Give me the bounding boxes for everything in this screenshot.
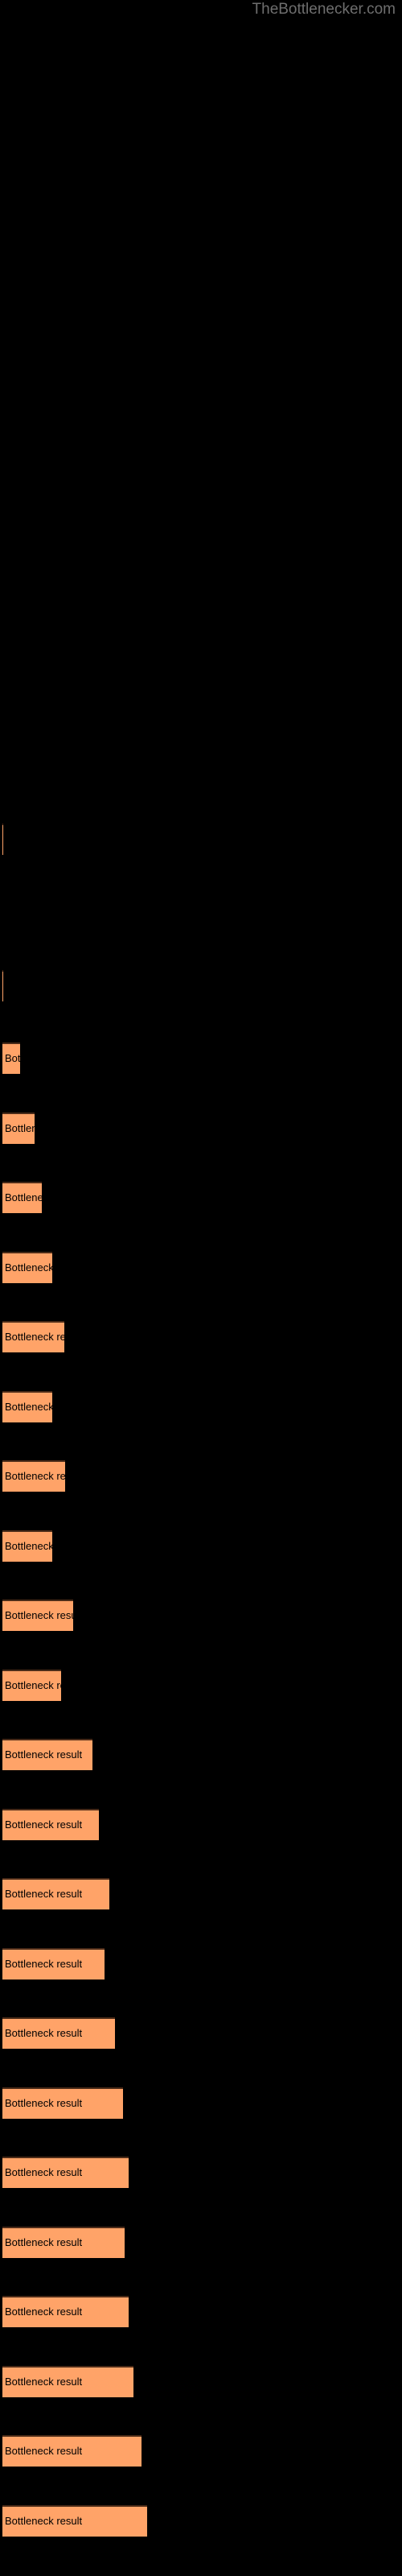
bar[interactable]: Bottleneck result: [2, 1809, 99, 1840]
bar-label: Bottleneck result: [5, 2027, 83, 2039]
bar[interactable]: Bottleneck result: [2, 1948, 105, 1979]
bar[interactable]: Bottleneck result: [2, 1113, 35, 1144]
bar[interactable]: Bottleneck result: [2, 1042, 20, 1074]
bar-label: Bottleneck result: [5, 2515, 83, 2527]
bar-label: Bottleneck result: [5, 1540, 52, 1552]
bar-label: Bottleneck result: [5, 1191, 42, 1203]
bar-label: Bottleneck result: [5, 1818, 83, 1831]
bar-label: Bottleneck result: [5, 2306, 83, 2318]
bar[interactable]: Bottleneck result: [2, 1460, 65, 1492]
bar[interactable]: Bottleneck result: [2, 1321, 64, 1352]
bar-label: Bottleneck result: [5, 1888, 83, 1900]
bar-label: Bottleneck result: [5, 1609, 73, 1621]
bar-label: Bottleneck result: [5, 2097, 83, 2109]
bar[interactable]: Bottleneck result: [2, 1739, 92, 1770]
bar[interactable]: Bottleneck result: [2, 2227, 125, 2258]
bar[interactable]: Bottleneck result: [2, 2505, 147, 2537]
bar[interactable]: Bottleneck result: [2, 970, 3, 1001]
bar[interactable]: Bottleneck result: [2, 2296, 129, 2327]
bar-label: Bottleneck result: [5, 2166, 83, 2178]
bar[interactable]: Bottleneck result: [2, 2017, 115, 2049]
bar[interactable]: Bottleneck result: [2, 2435, 142, 2467]
bar-label: Bottleneck result: [5, 1470, 65, 1482]
bar-label: Bottleneck result: [5, 1401, 52, 1413]
bar-label: Bottleneck result: [5, 1331, 64, 1343]
bar[interactable]: Bottleneck result: [2, 1530, 52, 1562]
bar[interactable]: Bottleneck result: [2, 1670, 61, 1701]
bar[interactable]: Bottleneck result: [2, 1391, 52, 1422]
bar-label: Bottleneck result: [5, 2236, 83, 2248]
bar-label: Bottleneck result: [5, 1052, 20, 1064]
bar[interactable]: Bottleneck result: [2, 2366, 133, 2397]
bar[interactable]: Bottleneck result: [2, 1878, 109, 1909]
bar-label: Bottleneck result: [5, 2376, 83, 2388]
bar-label: Bottleneck result: [5, 1122, 35, 1134]
bar-label: Bottleneck result: [5, 1748, 83, 1761]
bottleneck-bar-chart: Bottleneck result Bottleneck result Bottle…: [0, 0, 402, 2576]
bar-label: Bottleneck result: [5, 1679, 61, 1691]
bar-label: Bottleneck result: [5, 1958, 83, 1970]
bar[interactable]: Bottleneck result: [2, 824, 3, 855]
bar[interactable]: Bottleneck result: [2, 2087, 123, 2119]
bar[interactable]: Bottleneck result: [2, 1182, 42, 1213]
bar-label: Bottleneck result: [5, 1261, 52, 1274]
bar[interactable]: Bottleneck result: [2, 1252, 52, 1283]
bar[interactable]: Bottleneck result: [2, 1600, 73, 1631]
bar-label: Bottleneck result: [5, 2445, 83, 2457]
bar[interactable]: Bottleneck result: [2, 2157, 129, 2188]
